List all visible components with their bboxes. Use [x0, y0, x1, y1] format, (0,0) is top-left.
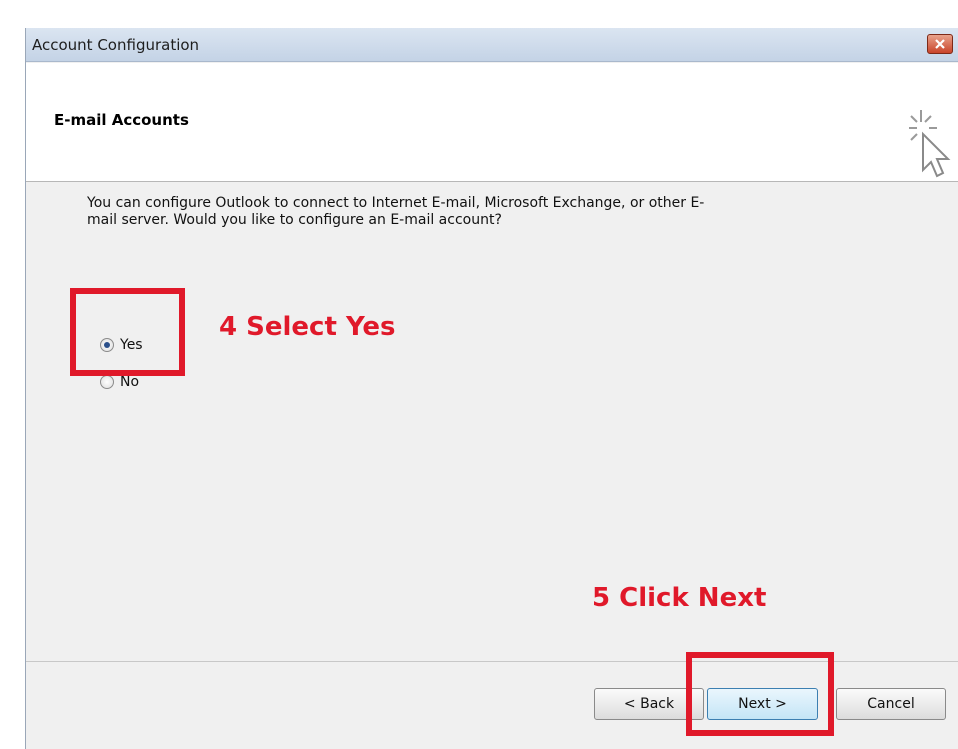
wizard-cursor-icon — [909, 110, 951, 178]
annotation-box-next — [686, 652, 834, 736]
title-bar: Account Configuration — [26, 28, 958, 62]
window-title: Account Configuration — [32, 36, 200, 54]
account-configuration-window: Account Configuration E-mail Accounts Yo… — [25, 28, 958, 749]
intro-text: You can configure Outlook to connect to … — [87, 195, 705, 228]
wizard-header: E-mail Accounts — [26, 63, 958, 182]
close-button[interactable] — [927, 34, 953, 54]
annotation-step-5: 5 Click Next — [592, 583, 767, 613]
page-title: E-mail Accounts — [54, 111, 189, 129]
close-icon — [935, 39, 945, 49]
cancel-button[interactable]: Cancel — [836, 688, 946, 720]
radio-button-no[interactable] — [100, 375, 114, 389]
annotation-step-4: 4 Select Yes — [219, 312, 396, 342]
annotation-box-yes — [70, 288, 185, 376]
radio-option-no[interactable]: No — [100, 374, 139, 390]
radio-label-no: No — [120, 374, 140, 390]
